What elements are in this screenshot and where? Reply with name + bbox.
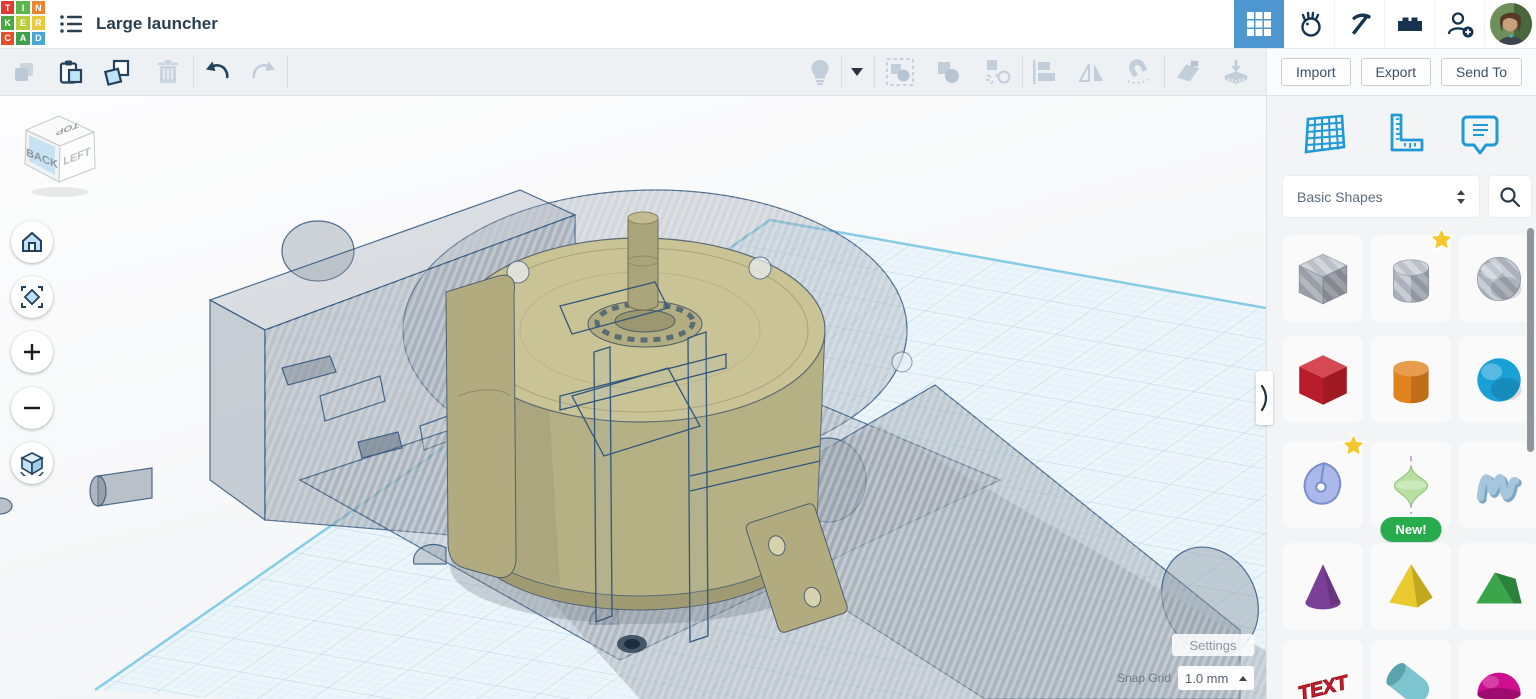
copy-icon[interactable]	[10, 58, 38, 86]
menu-list-icon[interactable]	[58, 12, 84, 36]
logo-letter: I	[16, 1, 29, 14]
minecraft-pickaxe-icon[interactable]	[1334, 0, 1384, 48]
user-avatar[interactable]	[1484, 0, 1536, 48]
bulb-dropdown-caret[interactable]	[848, 58, 866, 86]
ruler-tool-icon[interactable]	[1222, 58, 1250, 86]
io-buttons: Import Export Send To	[1266, 48, 1536, 95]
view-cube[interactable]: TOP BACK LEFT	[12, 104, 112, 204]
panel-tools	[1267, 104, 1536, 164]
logo-letter: N	[32, 1, 45, 14]
export-button[interactable]: Export	[1361, 58, 1431, 86]
shape-roof[interactable]	[1459, 543, 1536, 630]
home-view-button[interactable]	[11, 221, 53, 263]
sim-lab-icon[interactable]	[1284, 0, 1334, 48]
snap-grid-caret-icon	[1239, 676, 1247, 681]
undo-icon[interactable]	[203, 58, 231, 86]
paste-icon[interactable]	[56, 58, 84, 86]
logo-letter: D	[32, 32, 45, 45]
shape-box[interactable]	[1283, 336, 1363, 423]
notes-icon[interactable]	[1453, 107, 1507, 161]
shape-pyramid[interactable]	[1371, 543, 1451, 630]
workplane-helper-icon[interactable]	[1297, 107, 1351, 161]
settings-button[interactable]: Settings	[1172, 634, 1254, 656]
featured-star-icon	[1428, 226, 1455, 253]
logo-letter: R	[32, 16, 45, 29]
3d-viewport[interactable]: TOP BACK LEFT	[0, 96, 1266, 699]
shape-category-dropdown[interactable]: Basic Shapes	[1283, 176, 1479, 217]
shape-round-roof[interactable]	[1371, 640, 1451, 699]
snap-grid-control: Snap Grid 1.0 mm	[1040, 666, 1254, 690]
3d-scene	[0, 96, 1266, 699]
snap-grid-value: 1.0 mm	[1185, 671, 1228, 686]
panel-collapse-handle[interactable]	[1256, 371, 1273, 425]
svg-text:TEXT: TEXT	[1296, 671, 1352, 699]
header-nav	[1234, 0, 1536, 48]
shape-category-value: Basic Shapes	[1297, 189, 1383, 205]
shape-cylinder-hole[interactable]	[1371, 235, 1451, 322]
new-badge: New!	[1380, 517, 1441, 542]
mirror-icon[interactable]	[1078, 58, 1106, 86]
shape-cylinder[interactable]	[1371, 336, 1451, 423]
shape-scribble[interactable]	[1459, 441, 1536, 528]
logo-letter: A	[16, 32, 29, 45]
invite-user-icon[interactable]	[1434, 0, 1484, 48]
align-icon[interactable]	[1030, 58, 1058, 86]
tinkercad-logo[interactable]: TIN KER CAD	[0, 0, 46, 46]
logo-letter: E	[16, 16, 29, 29]
logo-letter: C	[1, 32, 14, 45]
shape-extrusion[interactable]	[1283, 441, 1363, 528]
featured-star-icon	[1340, 432, 1367, 459]
redo-icon[interactable]	[250, 58, 278, 86]
magnet-icon[interactable]	[1124, 58, 1152, 86]
zoom-out-button[interactable]	[11, 387, 53, 429]
shape-half-sphere[interactable]	[1459, 640, 1536, 699]
ungroup-icon[interactable]	[934, 58, 962, 86]
snap-grid-dropdown[interactable]: 1.0 mm	[1178, 666, 1254, 690]
logo-letter: T	[1, 1, 14, 14]
shape-cone[interactable]	[1283, 543, 1363, 630]
perspective-toggle-button[interactable]	[11, 442, 53, 484]
delete-icon[interactable]	[154, 58, 182, 86]
snap-grid-label: Snap Grid	[1117, 671, 1171, 685]
shapes-panel: Basic Shapes	[1266, 96, 1536, 699]
design-title[interactable]: Large launcher	[96, 0, 218, 48]
panel-scrollbar[interactable]	[1527, 96, 1534, 699]
import-button[interactable]: Import	[1281, 58, 1351, 86]
logo-letter: K	[1, 16, 14, 29]
workplane-tool-icon[interactable]	[1174, 58, 1202, 86]
lego-brick-icon[interactable]	[1384, 0, 1434, 48]
shape-revolve[interactable]: New!	[1371, 441, 1451, 528]
zoom-in-button[interactable]	[11, 331, 53, 373]
ruler-helper-icon[interactable]	[1375, 107, 1429, 161]
shape-text[interactable]: TEXT	[1283, 640, 1363, 699]
scrollbar-thumb[interactable]	[1527, 228, 1534, 452]
fit-view-button[interactable]	[11, 276, 53, 318]
search-icon	[1499, 186, 1521, 208]
duplicate-icon[interactable]	[104, 58, 132, 86]
send-to-button[interactable]: Send To	[1441, 58, 1522, 86]
shape-box-hole[interactable]	[1283, 235, 1363, 322]
shape-sphere-hole[interactable]	[1459, 235, 1536, 322]
design-grid-icon[interactable]	[1234, 0, 1284, 48]
shape-sphere[interactable]	[1459, 336, 1536, 423]
dropdown-caret-icon	[1455, 188, 1467, 206]
group-icon[interactable]	[884, 58, 916, 86]
shape-search-button[interactable]	[1489, 176, 1531, 217]
tinkercad-app: TIN KER CAD Large launcher	[0, 0, 1536, 699]
edit-toolbar: Import Export Send To	[0, 48, 1536, 96]
align-components-icon[interactable]	[982, 58, 1014, 86]
adjust-bulb-icon[interactable]	[806, 58, 834, 86]
header-bar: TIN KER CAD Large launcher	[0, 0, 1536, 49]
